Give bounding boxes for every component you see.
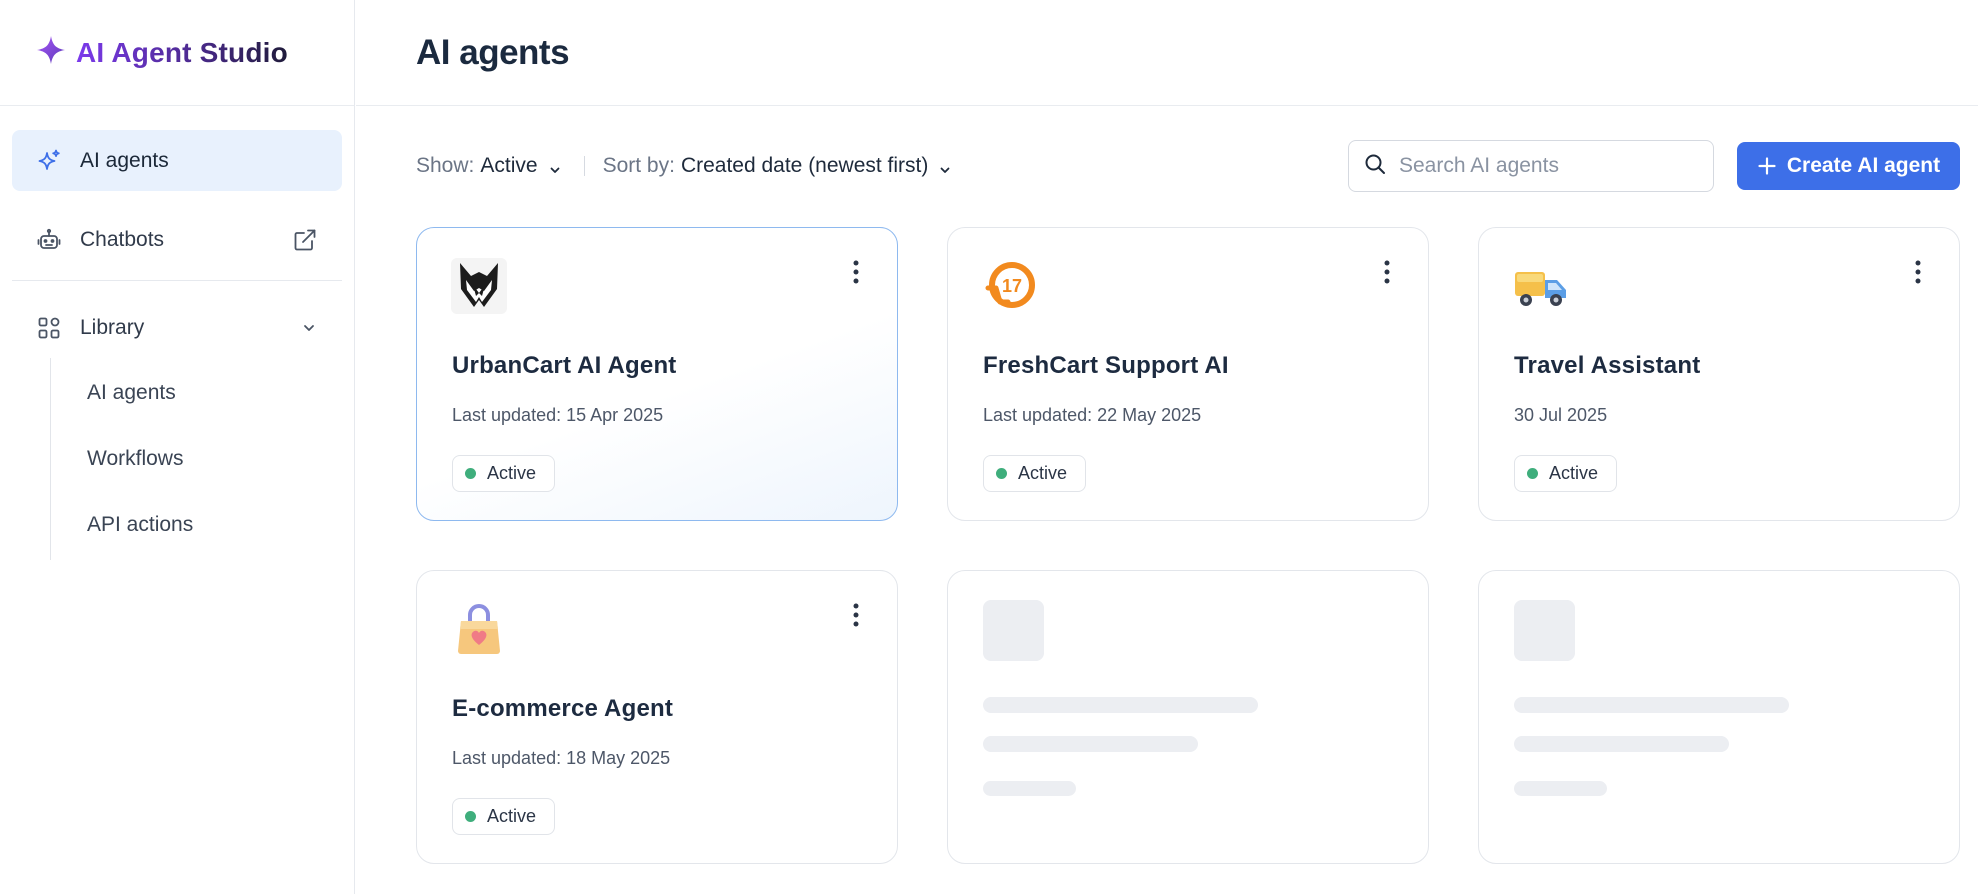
status-dot-icon bbox=[465, 811, 476, 822]
toolbar-divider bbox=[583, 156, 585, 176]
sidebar-item-label: Library bbox=[80, 315, 145, 339]
more-options-icon[interactable] bbox=[1382, 258, 1392, 286]
status-dot-icon bbox=[996, 468, 1007, 479]
skeleton-line bbox=[983, 697, 1258, 713]
brand-name: AI Agent Studio bbox=[76, 36, 288, 68]
create-ai-agent-button[interactable]: Create AI agent bbox=[1737, 142, 1960, 190]
sidebar-item-chatbots[interactable]: Chatbots bbox=[12, 209, 342, 270]
agent-card[interactable]: Travel Assistant 30 Jul 2025 Active bbox=[1478, 227, 1960, 521]
library-subnav: AI agents Workflows API actions bbox=[50, 358, 342, 560]
sort-value: Created date (newest first) bbox=[680, 154, 929, 177]
loading-skeleton-card bbox=[1478, 570, 1960, 864]
library-item-workflows[interactable]: Workflows bbox=[51, 426, 342, 492]
agent-card[interactable]: UrbanCart AI Agent Last updated: 15 Apr … bbox=[416, 227, 898, 521]
fox-logo-icon bbox=[451, 258, 507, 314]
main-content: AI agents Show: Active Sort by: Created … bbox=[356, 0, 1978, 894]
show-filter-value: Active bbox=[480, 154, 538, 177]
search-input[interactable] bbox=[1399, 154, 1689, 178]
chevron-down-icon bbox=[548, 159, 562, 173]
skeleton-line bbox=[1514, 781, 1607, 796]
status-dot-icon bbox=[465, 468, 476, 479]
skeleton-line bbox=[983, 781, 1076, 796]
more-options-icon[interactable] bbox=[851, 601, 861, 629]
chevron-down-icon bbox=[938, 159, 952, 173]
agent-name: FreshCart Support AI bbox=[983, 352, 1229, 379]
status-badge: Active bbox=[983, 455, 1087, 492]
library-item-ai-agents[interactable]: AI agents bbox=[51, 360, 342, 426]
skeleton-line bbox=[1514, 697, 1789, 713]
chevron-down-icon[interactable] bbox=[300, 319, 318, 337]
sparkle-icon bbox=[36, 148, 62, 174]
agent-updated: Last updated: 15 Apr 2025 bbox=[452, 405, 664, 425]
skeleton-line bbox=[983, 736, 1198, 752]
agent-name: UrbanCart AI Agent bbox=[452, 352, 677, 379]
agent-updated: 30 Jul 2025 bbox=[1514, 405, 1608, 425]
status-label: Active bbox=[1549, 463, 1599, 483]
status-label: Active bbox=[487, 806, 537, 826]
sparkle-logo-icon bbox=[36, 35, 66, 70]
sidebar-item-ai-agents[interactable]: AI agents bbox=[12, 130, 342, 191]
agent-name: E-commerce Agent bbox=[452, 695, 674, 722]
create-button-label: Create AI agent bbox=[1786, 154, 1941, 177]
library-item-api-actions[interactable]: API actions bbox=[51, 492, 342, 558]
svg-text:17: 17 bbox=[1002, 276, 1022, 296]
sort-dropdown[interactable]: Sort by: Created date (newest first) bbox=[603, 154, 953, 178]
show-filter-label: Show: bbox=[416, 154, 475, 177]
sidebar-divider bbox=[12, 280, 342, 281]
agent-name: Travel Assistant bbox=[1514, 352, 1701, 379]
sort-label: Sort by: bbox=[602, 154, 675, 177]
library-icon bbox=[36, 315, 62, 341]
agent-card[interactable]: 17 FreshCart Support AI Last updated: 22… bbox=[947, 227, 1429, 521]
search-box[interactable] bbox=[1348, 140, 1714, 192]
status-dot-icon bbox=[1527, 468, 1538, 479]
cart-clock-logo-icon: 17 bbox=[982, 258, 1038, 314]
status-label: Active bbox=[1018, 463, 1068, 483]
page-header: AI agents bbox=[356, 0, 1978, 106]
loading-skeleton-card bbox=[947, 570, 1429, 864]
sidebar-item-label: AI agents bbox=[80, 148, 169, 172]
agent-card[interactable]: E-commerce Agent Last updated: 18 May 20… bbox=[416, 570, 898, 864]
status-badge: Active bbox=[452, 798, 556, 835]
status-badge: Active bbox=[1514, 455, 1618, 492]
brand[interactable]: AI Agent Studio bbox=[0, 0, 354, 106]
delivery-truck-logo-icon bbox=[1513, 258, 1569, 314]
chatbot-icon bbox=[36, 227, 62, 253]
page-title: AI agents bbox=[416, 32, 570, 72]
skeleton-logo bbox=[1514, 600, 1575, 661]
sidebar: AI Agent Studio AI agents Chatbots Libra… bbox=[0, 0, 355, 894]
agent-updated: Last updated: 18 May 2025 bbox=[452, 748, 671, 768]
more-options-icon[interactable] bbox=[1913, 258, 1923, 286]
status-label: Active bbox=[487, 463, 537, 483]
sidebar-item-label: Chatbots bbox=[80, 227, 165, 251]
skeleton-logo bbox=[983, 600, 1044, 661]
search-icon bbox=[1363, 152, 1387, 181]
external-link-icon[interactable] bbox=[292, 227, 318, 253]
shopping-bag-logo-icon bbox=[451, 601, 507, 657]
sidebar-item-library[interactable]: Library bbox=[12, 297, 342, 358]
more-options-icon[interactable] bbox=[851, 258, 861, 286]
skeleton-line bbox=[1514, 736, 1729, 752]
agent-updated: Last updated: 22 May 2025 bbox=[983, 405, 1202, 425]
toolbar: Show: Active Sort by: Created date (newe… bbox=[416, 140, 1960, 192]
status-badge: Active bbox=[452, 455, 556, 492]
plus-icon bbox=[1757, 156, 1777, 176]
show-filter-dropdown[interactable]: Show: Active bbox=[416, 154, 562, 178]
sidebar-nav: AI agents Chatbots Library AI agents Wor… bbox=[0, 106, 354, 560]
